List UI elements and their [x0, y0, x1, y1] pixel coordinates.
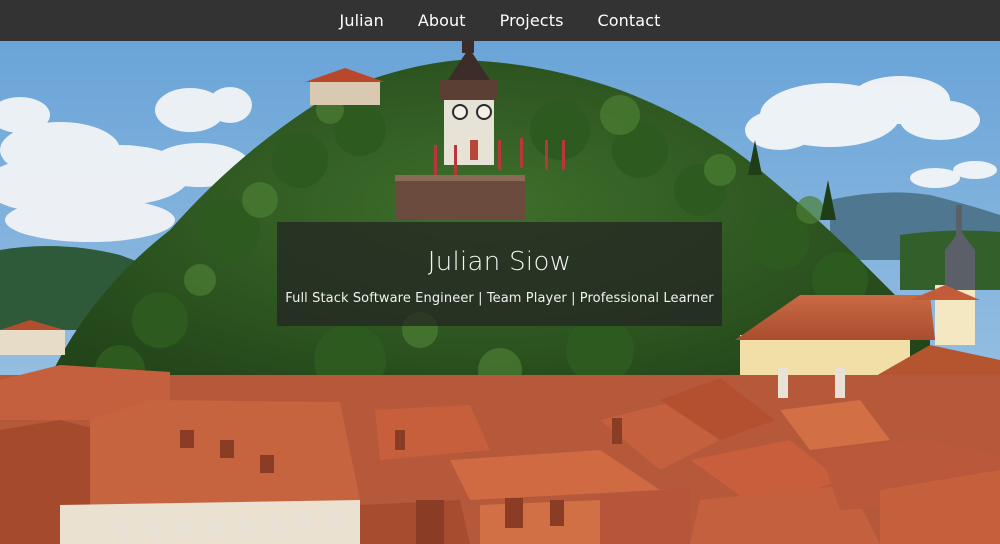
hero-name: Julian Siow: [427, 246, 572, 277]
nav-link-projects[interactable]: Projects: [500, 11, 564, 30]
hero-title-card: Julian Siow Full Stack Software Engineer…: [277, 222, 722, 326]
nav-link-home[interactable]: Julian: [340, 11, 384, 30]
nav-link-contact[interactable]: Contact: [598, 11, 661, 30]
nav-link-about[interactable]: About: [418, 11, 466, 30]
hero-tagline: Full Stack Software Engineer | Team Play…: [285, 290, 714, 306]
town-rooftops: [0, 365, 1000, 544]
top-navbar: Julian About Projects Contact: [0, 0, 1000, 41]
